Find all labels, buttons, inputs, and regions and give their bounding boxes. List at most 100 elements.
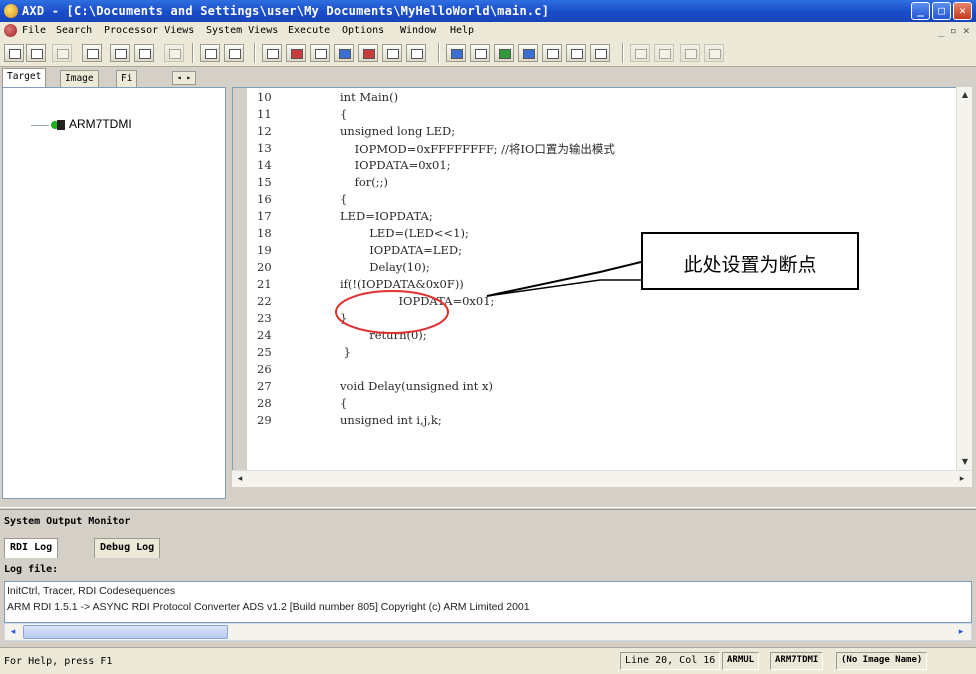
breakpoint-gutter[interactable] <box>233 88 247 486</box>
log-line: ARM RDI 1.5.1 -> ASYNC RDI Protocol Conv… <box>7 601 530 613</box>
watch-icon[interactable] <box>286 44 306 62</box>
line-number: 14 <box>257 158 272 172</box>
menu-window[interactable]: Window <box>400 25 436 36</box>
reload-image-icon[interactable] <box>26 44 46 62</box>
source-code-pane[interactable]: 10 int Main() 11 {12 unsigned long LED; 13 IO… <box>232 87 972 487</box>
code-text: int Main() <box>340 90 399 104</box>
log-line: InitCtrl, Tracer, RDI Codesequences <box>7 585 176 597</box>
source-files-icon[interactable] <box>446 44 466 62</box>
mdi-restore-button[interactable]: ▫ <box>950 24 957 37</box>
tab-scroll-arrows[interactable]: ◂ ▸ <box>172 71 196 85</box>
scroll-right-arrow-icon[interactable]: ▸ <box>954 471 970 487</box>
scroll-up-arrow-icon[interactable]: ▲ <box>957 87 973 103</box>
menu-help[interactable]: Help <box>450 25 474 36</box>
window-title: AXD - [C:\Documents and Settings\user\My… <box>22 4 550 18</box>
tab-rdi-log[interactable]: RDI Log <box>4 538 59 558</box>
open-file-icon[interactable] <box>82 44 102 62</box>
line-number: 27 <box>257 379 272 393</box>
maximize-button[interactable]: □ <box>932 2 951 20</box>
breakpoints-icon[interactable] <box>470 44 490 62</box>
target-tree-pane: ARM7TDMI <box>2 87 226 499</box>
title-bar[interactable]: AXD - [C:\Documents and Settings\user\My… <box>0 0 976 22</box>
line-number: 26 <box>257 362 272 376</box>
find-icon[interactable] <box>200 44 220 62</box>
memory-icon[interactable] <box>358 44 378 62</box>
tab-files[interactable]: Fi <box>116 70 138 87</box>
status-bar: For Help, press F1 Line 20, Col 16 ARMUL… <box>0 647 976 674</box>
code-text: IOPDATA=LED; <box>340 243 462 257</box>
toolbar-separator <box>254 43 256 63</box>
code-text: } <box>340 311 348 325</box>
code-text: if(!(IOPDATA&0x0F)) <box>340 277 464 291</box>
callout-text: 此处设置为断点 <box>683 254 817 276</box>
line-number: 20 <box>257 260 272 274</box>
output-window-icon[interactable] <box>518 44 538 62</box>
line-number: 21 <box>257 277 272 291</box>
tree-node-arm7tdmi[interactable]: ARM7TDMI <box>69 117 132 131</box>
code-text: for(;;) <box>340 175 389 189</box>
console-icon[interactable] <box>542 44 562 62</box>
variables-icon[interactable] <box>310 44 330 62</box>
backtrace-icon[interactable] <box>334 44 354 62</box>
code-vertical-scrollbar[interactable]: ▲ ▼ <box>956 87 972 470</box>
disassembly-icon[interactable] <box>406 44 426 62</box>
step-in-icon[interactable] <box>630 44 650 62</box>
log-scroll-thumb[interactable] <box>23 625 228 639</box>
code-text: LED=(LED<<1); <box>340 226 469 240</box>
menu-search[interactable]: Search <box>56 25 92 36</box>
code-text: void Delay(unsigned int x) <box>340 379 493 393</box>
low-level-symbols-icon[interactable] <box>382 44 402 62</box>
copy-icon[interactable] <box>164 44 184 62</box>
code-horizontal-scrollbar[interactable]: ◂ ▸ <box>232 470 972 487</box>
scroll-left-arrow-icon[interactable]: ◂ <box>232 471 248 487</box>
axd-window: AXD - [C:\Documents and Settings\user\My… <box>0 0 976 674</box>
mdi-minimize-button[interactable]: _ <box>938 24 945 37</box>
close-button[interactable]: ✕ <box>953 2 972 20</box>
line-number: 22 <box>257 294 272 308</box>
tab-image[interactable]: Image <box>60 70 99 87</box>
code-text: } <box>340 345 351 359</box>
menu-system-views[interactable]: System Views <box>206 25 278 36</box>
step-out-icon[interactable] <box>680 44 700 62</box>
log-output[interactable]: InitCtrl, Tracer, RDI Codesequences ARM … <box>4 581 972 623</box>
menu-execute[interactable]: Execute <box>288 25 330 36</box>
code-text: LED=IOPDATA; <box>340 209 433 223</box>
watchpoints-icon[interactable] <box>494 44 514 62</box>
tab-debug-log[interactable]: Debug Log <box>94 538 161 558</box>
load-image-icon[interactable] <box>4 44 24 62</box>
scroll-down-arrow-icon[interactable]: ▼ <box>957 454 973 470</box>
mdi-close-button[interactable]: ✕ <box>963 24 970 37</box>
line-number: 13 <box>257 141 272 155</box>
print-icon[interactable] <box>134 44 154 62</box>
tab-target[interactable]: Target <box>2 68 47 87</box>
output-monitor-title: System Output Monitor <box>4 516 131 527</box>
menu-processor-views[interactable]: Processor Views <box>104 25 194 36</box>
log-scroll-left-icon[interactable]: ◂ <box>5 624 21 640</box>
axd-app-icon[interactable] <box>4 4 18 18</box>
line-number: 29 <box>257 413 272 427</box>
minimize-button[interactable]: _ <box>911 2 930 20</box>
debug-log-icon[interactable] <box>566 44 586 62</box>
menu-options[interactable]: Options <box>342 25 384 36</box>
code-text: IOPDATA=0x01; <box>340 158 451 172</box>
run-to-cursor-icon[interactable] <box>704 44 724 62</box>
line-number: 12 <box>257 124 272 138</box>
document-icon[interactable] <box>4 24 17 37</box>
replace-icon[interactable] <box>224 44 244 62</box>
step-over-icon[interactable] <box>654 44 674 62</box>
toolbar-separator <box>192 43 194 63</box>
save-icon[interactable] <box>110 44 130 62</box>
line-number: 16 <box>257 192 272 206</box>
log-horizontal-scrollbar[interactable]: ◂ ▸ <box>4 623 972 641</box>
menu-bar: File Search Processor Views System Views… <box>0 22 976 39</box>
left-pane-tabs: Target Image Fi ◂ ▸ <box>2 68 226 87</box>
rdi-log-icon[interactable] <box>590 44 610 62</box>
pane-splitter[interactable] <box>0 507 976 510</box>
log-scroll-right-icon[interactable]: ▸ <box>953 624 969 640</box>
line-number: 28 <box>257 396 272 410</box>
code-text: return(0); <box>340 328 427 342</box>
toolbar <box>0 39 976 67</box>
registers-icon[interactable] <box>262 44 282 62</box>
load-session-icon[interactable] <box>52 44 72 62</box>
menu-file[interactable]: File <box>22 25 46 36</box>
